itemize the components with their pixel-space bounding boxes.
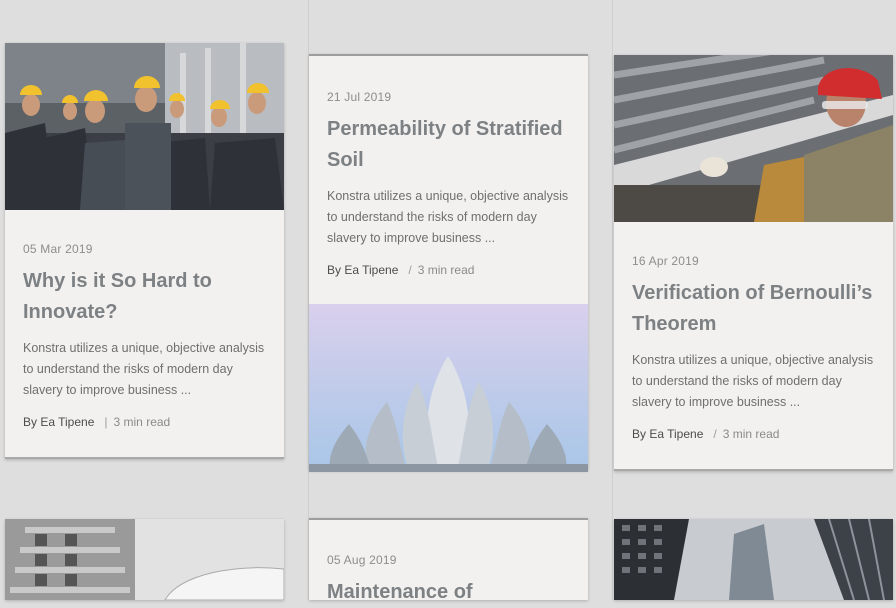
post-date: 05 Aug 2019 xyxy=(327,553,397,567)
post-date: 05 Mar 2019 xyxy=(23,242,93,256)
meta-separator: / xyxy=(713,427,717,441)
post-author[interactable]: By Ea Tipene xyxy=(23,415,94,429)
post-excerpt: Konstra utilizes a unique, objective ana… xyxy=(327,189,569,245)
post-author[interactable]: By Ea Tipene xyxy=(632,427,703,441)
post-image-lotus-temple[interactable] xyxy=(309,304,588,472)
post-card[interactable]: 05 Aug 2019 Maintenance of xyxy=(309,518,588,603)
post-title[interactable]: Maintenance of xyxy=(327,577,570,608)
post-card[interactable] xyxy=(614,519,893,600)
post-excerpt: Konstra utilizes a unique, objective ana… xyxy=(23,341,265,397)
post-title[interactable]: Verification of Bernoulli’s Theorem xyxy=(632,278,875,340)
post-card[interactable]: 21 Jul 2019 Permeability of Stratified S… xyxy=(309,54,588,472)
post-date: 21 Jul 2019 xyxy=(327,90,392,104)
post-image-construction-workers[interactable] xyxy=(5,43,284,210)
post-image-skyscrapers[interactable] xyxy=(614,519,893,600)
post-card[interactable] xyxy=(5,519,284,600)
post-excerpt: Konstra utilizes a unique, objective ana… xyxy=(632,353,874,409)
post-card[interactable]: 05 Mar 2019 Why is it So Hard to Innovat… xyxy=(5,43,284,459)
post-meta: By Ea Tipene / 3 min read xyxy=(632,427,875,441)
post-date: 16 Apr 2019 xyxy=(632,254,699,268)
post-image-building[interactable] xyxy=(5,519,284,600)
meta-separator: | xyxy=(104,415,108,429)
column-divider xyxy=(612,0,613,600)
meta-separator: / xyxy=(408,263,412,277)
post-image-worker[interactable] xyxy=(614,55,893,222)
post-card[interactable]: 16 Apr 2019 Verification of Bernoulli’s … xyxy=(614,55,893,471)
read-time: 3 min read xyxy=(113,415,171,429)
post-meta: By Ea Tipene / 3 min read xyxy=(327,263,570,277)
read-time: 3 min read xyxy=(722,427,780,441)
read-time: 3 min read xyxy=(417,263,475,277)
post-title[interactable]: Why is it So Hard to Innovate? xyxy=(23,266,266,328)
post-title[interactable]: Permeability of Stratified Soil xyxy=(327,114,570,176)
post-meta: By Ea Tipene | 3 min read xyxy=(23,415,266,429)
post-author[interactable]: By Ea Tipene xyxy=(327,263,398,277)
